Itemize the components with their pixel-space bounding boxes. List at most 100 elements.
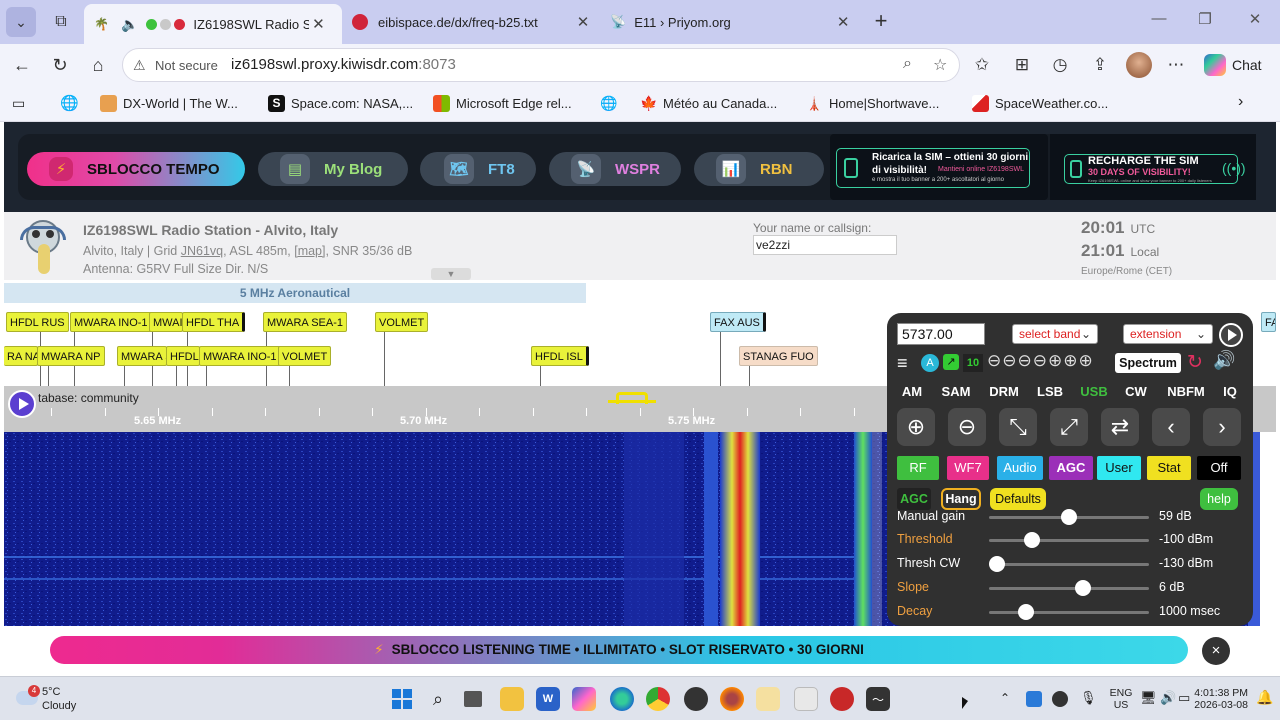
mode-usb[interactable]: USB (1077, 381, 1111, 403)
ad-recharge-en[interactable]: RECHARGE THE SIM 30 DAYS OF VISIBILITY! … (1050, 134, 1256, 200)
tab-kiwisdr[interactable]: 🌴 🔈 IZ6198SWL Radio St ✕ (84, 4, 342, 44)
back-icon[interactable]: ← (10, 53, 34, 77)
close-promo-icon[interactable]: × (1202, 637, 1230, 665)
bookmark-shortwave[interactable]: 🗼 Home|Shortwave... (806, 95, 939, 112)
workspaces-icon[interactable]: ⧉ (48, 9, 74, 35)
slider-track[interactable] (989, 580, 1149, 596)
pill-ft8[interactable]: 🗺 FT8 (420, 152, 536, 186)
audio-button[interactable]: Audio (997, 456, 1043, 480)
grid-link[interactable]: JN61vq (181, 244, 223, 258)
frequency-input[interactable] (897, 323, 985, 345)
station-label[interactable]: HFDL RUS (6, 312, 69, 332)
favorites-icon[interactable]: ✩ (970, 53, 994, 77)
pill-rbn[interactable]: 📊 RBN (694, 152, 824, 186)
address-bar[interactable]: ⚠ Not secure iz6198swl.proxy.kiwisdr.com… (122, 48, 960, 82)
slider-knob[interactable] (1024, 532, 1041, 548)
paint-icon[interactable] (756, 687, 780, 711)
promo-banner[interactable]: ⚡ SBLOCCO LISTENING TIME • ILLIMITATO • S… (50, 636, 1188, 664)
mode-iq[interactable]: IQ (1217, 381, 1243, 403)
select-band-dropdown[interactable]: select band ⌄ (1012, 324, 1098, 344)
globe-icon[interactable]: 🌐 (60, 94, 79, 112)
bookmark-space[interactable]: S Space.com: NASA,... (268, 95, 413, 112)
map-link[interactable]: [map] (294, 244, 325, 258)
chevron-left-icon[interactable]: ‹ (1152, 408, 1190, 446)
acrobat-icon[interactable] (830, 687, 854, 711)
help-button[interactable]: help (1200, 488, 1238, 510)
reload-icon[interactable]: ↻ (1187, 351, 1203, 374)
volume-icon[interactable]: 🔊 (1160, 690, 1176, 706)
tab-eibispace[interactable]: eibispace.de/dx/freq-b25.txt ✕ (346, 5, 600, 39)
audio-app-icon[interactable]: 〜 (866, 687, 890, 711)
obs-icon[interactable] (684, 687, 708, 711)
mode-sam[interactable]: SAM (937, 381, 975, 403)
mode-lsb[interactable]: LSB (1033, 381, 1067, 403)
spectrum-button[interactable]: Spectrum (1115, 353, 1181, 373)
edge-icon[interactable] (610, 687, 634, 711)
pill-my-blog[interactable]: ▤ My Blog (258, 152, 408, 186)
bookmark-meteo[interactable]: 🍁 Météo au Canada... (640, 95, 777, 112)
hang-toggle[interactable]: Hang (941, 488, 981, 510)
restore-icon[interactable]: ❐ (1190, 10, 1220, 28)
arrow-badge-icon[interactable]: ↗ (943, 354, 959, 370)
language-indicator[interactable]: ENG US (1106, 687, 1136, 711)
station-label[interactable]: HFDL THA (182, 312, 246, 332)
slider-knob[interactable] (989, 556, 1005, 572)
history-icon[interactable]: ◷ (1048, 53, 1072, 77)
slider-knob[interactable] (1075, 580, 1092, 596)
task-view-icon[interactable] (464, 691, 482, 707)
station-label[interactable]: HFDL ISL (531, 346, 589, 366)
station-label[interactable]: HFDL (166, 346, 200, 366)
play-icon[interactable] (8, 390, 36, 418)
reading-list-icon[interactable]: ▭ (12, 95, 25, 112)
slider-track[interactable] (989, 532, 1149, 548)
search-icon[interactable]: ⌕ (426, 687, 450, 711)
copilot-chat-button[interactable]: Chat (1204, 50, 1274, 80)
firefox-icon[interactable] (720, 687, 744, 711)
close-window-icon[interactable]: ✕ (1240, 10, 1270, 28)
station-label[interactable]: FAX AUS (710, 312, 766, 332)
profile-avatar[interactable] (1126, 52, 1152, 78)
defaults-button[interactable]: Defaults (990, 488, 1046, 510)
agc-toggle[interactable]: AGC (897, 488, 931, 510)
ten-badge[interactable]: 10 (963, 354, 983, 372)
zoom-step-icons[interactable]: ⊖⊖⊖⊖⊕⊕⊕ (987, 351, 1094, 371)
notification-bell-icon[interactable]: 🔔 (1256, 689, 1273, 706)
station-label[interactable]: MWARA INO-1 (70, 312, 152, 332)
station-label[interactable]: MWAI (149, 312, 183, 332)
tray-chevron-icon[interactable]: ⌃ (1000, 691, 1010, 705)
mode-am[interactable]: AM (897, 381, 927, 403)
bookmark-spaceweather[interactable]: SpaceWeather.co... (972, 95, 1108, 112)
station-label[interactable]: VOLMET (375, 312, 429, 332)
slider-knob[interactable] (1061, 509, 1077, 525)
pill-sblocco-tempo[interactable]: ⚡ SBLOCCO TEMPO (27, 152, 245, 186)
collapse-chevron-icon[interactable]: ▼ (431, 268, 471, 280)
rf-button[interactable]: RF (897, 456, 939, 480)
mode-nbfm[interactable]: NBFM (1161, 381, 1211, 403)
extension-dropdown[interactable]: extension ⌄ (1123, 324, 1213, 344)
a-badge[interactable]: A (921, 354, 939, 372)
shrink-icon[interactable]: ⤡ (999, 408, 1037, 446)
station-label[interactable]: MWARA NP (37, 346, 105, 366)
favorite-star-icon[interactable]: ☆ (933, 55, 947, 75)
swap-icon[interactable]: ⇄ (1101, 408, 1139, 446)
station-label[interactable]: VOLMET (278, 346, 332, 366)
zoom-in-icon[interactable]: ⊕ (897, 408, 935, 446)
off-button[interactable]: Off (1197, 456, 1241, 480)
close-tab-icon[interactable]: ✕ (834, 13, 852, 31)
collections-icon[interactable]: ⊞ (1010, 53, 1034, 77)
search-icon[interactable]: ⌕ (903, 55, 912, 73)
station-label[interactable]: FAX (1261, 312, 1276, 332)
new-tab-button[interactable]: + (868, 8, 894, 34)
minimize-icon[interactable]: — (1144, 10, 1174, 27)
tray-obs-icon[interactable] (1052, 691, 1068, 707)
home-icon[interactable]: ⌂ (86, 53, 110, 77)
refresh-icon[interactable]: ↻ (48, 53, 72, 77)
start-icon[interactable] (390, 687, 414, 711)
store-icon[interactable] (794, 687, 818, 711)
copilot-icon[interactable] (572, 687, 596, 711)
callsign-input[interactable] (753, 235, 897, 255)
microphone-icon[interactable]: 🎙 (1080, 690, 1097, 706)
mode-drm[interactable]: DRM (985, 381, 1023, 403)
slider-track[interactable] (989, 556, 1149, 572)
clock[interactable]: 4:01:38 PM 2026-03-08 (1190, 687, 1248, 711)
